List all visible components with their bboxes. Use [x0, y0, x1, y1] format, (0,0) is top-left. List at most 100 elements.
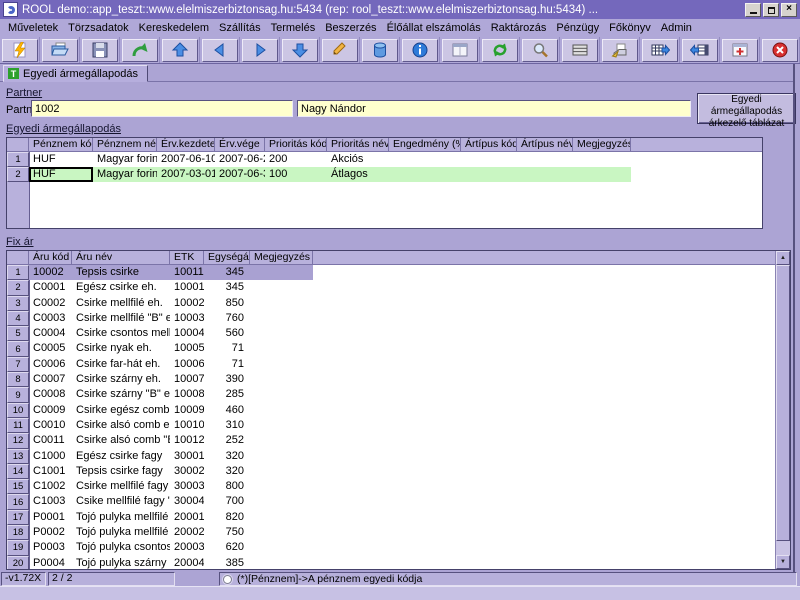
table-cell[interactable]	[250, 403, 313, 418]
table-cell[interactable]	[250, 540, 313, 555]
table-cell[interactable]: 385	[204, 556, 250, 570]
last-record-button[interactable]	[282, 39, 318, 62]
column-header-artipus-nev[interactable]: Ártípus név	[517, 138, 573, 151]
column-header-erv-kezdete[interactable]: Érv.kezdete	[157, 138, 215, 151]
table-cell[interactable]: Csirke alsó comb eh.	[72, 418, 170, 433]
table-cell[interactable]: 820	[204, 510, 250, 525]
table-cell[interactable]: 10009	[170, 403, 204, 418]
column-header-aru-nev[interactable]: Áru név	[72, 251, 170, 264]
table-cell[interactable]	[250, 525, 313, 540]
column-header-aru-kod[interactable]: Áru kód	[29, 251, 72, 264]
vertical-scrollbar[interactable]: ▲ ▼	[775, 251, 790, 569]
table-cell[interactable]: 252	[204, 433, 250, 448]
table-cell[interactable]: 71	[204, 341, 250, 356]
table-cell[interactable]: C1003	[29, 494, 72, 509]
table-cell[interactable]: 760	[204, 311, 250, 326]
row-number[interactable]: 8	[7, 372, 29, 387]
table-cell[interactable]: Csirke csontos mell eh.	[72, 326, 170, 341]
table-cell[interactable]: C0006	[29, 357, 72, 372]
table-row[interactable]: 110002Tepsis csirke10011345	[7, 265, 790, 280]
table-cell[interactable]	[250, 494, 313, 509]
table-cell[interactable]	[517, 152, 573, 167]
table-row[interactable]: 4C0003Csirke mellfilé "B" eh.10003760	[7, 311, 790, 326]
table-row[interactable]: 11C0010Csirke alsó comb eh.10010310	[7, 418, 790, 433]
export-button[interactable]	[642, 39, 678, 62]
table-cell[interactable]	[250, 265, 313, 280]
table-cell[interactable]: Csirke szárny "B" eh.	[72, 387, 170, 402]
table-row[interactable]: 2HUFMagyar forint2007-03-012007-06-30100…	[7, 167, 762, 182]
table-cell[interactable]: Csirke far-hát eh.	[72, 357, 170, 372]
table-cell[interactable]: Tojó pulyka mellfilé	[72, 510, 170, 525]
table-cell[interactable]: P0001	[29, 510, 72, 525]
table-cell[interactable]: 10010	[170, 418, 204, 433]
save-button[interactable]	[82, 39, 118, 62]
database-button[interactable]	[362, 39, 398, 62]
table-row[interactable]: 13C1000Egész csirke fagy30001320	[7, 449, 790, 464]
refresh-button[interactable]	[482, 39, 518, 62]
table-cell[interactable]: 2007-06-20	[215, 152, 265, 167]
table-cell[interactable]: 100	[265, 167, 327, 182]
table-cell[interactable]: 345	[204, 265, 250, 280]
table-cell[interactable]: Csirke nyak eh.	[72, 341, 170, 356]
table-cell[interactable]: 10012	[170, 433, 204, 448]
row-number[interactable]: 7	[7, 357, 29, 372]
row-number[interactable]: 18	[7, 525, 29, 540]
table-cell[interactable]: 2007-03-01	[157, 167, 215, 182]
row-number[interactable]: 6	[7, 341, 29, 356]
table-row[interactable]: 2C0001Egész csirke eh.10001345	[7, 280, 790, 295]
table-cell[interactable]: 30004	[170, 494, 204, 509]
table-cell[interactable]	[250, 387, 313, 402]
row-number[interactable]: 2	[7, 167, 29, 182]
tab-egyedi-armegallapodas[interactable]: T Egyedi ármegállapodás	[3, 65, 148, 82]
scrollbar-thumb[interactable]	[776, 265, 790, 541]
table-cell[interactable]: Tepsis csirke fagy	[72, 464, 170, 479]
menu-item-muveletek[interactable]: Műveletek	[3, 22, 63, 34]
table-cell[interactable]	[250, 311, 313, 326]
column-header-etk[interactable]: ETK	[170, 251, 204, 264]
table-cell[interactable]: Csirke mellfilé eh.	[72, 296, 170, 311]
table-cell[interactable]: Egész csirke eh.	[72, 280, 170, 295]
row-number[interactable]: 13	[7, 449, 29, 464]
table-cell[interactable]: 10001	[170, 280, 204, 295]
table-cell[interactable]: Tojó pulyka szárny	[72, 556, 170, 570]
column-header-engedmeny[interactable]: Engedmény (%)	[389, 138, 461, 151]
column-header-megjegyzes[interactable]: Megjegyzés	[250, 251, 313, 264]
first-record-button[interactable]	[162, 39, 198, 62]
table-row[interactable]: 12C0011Csirke alsó comb "B"10012252	[7, 433, 790, 448]
table-cell[interactable]: 460	[204, 403, 250, 418]
table-cell[interactable]	[250, 449, 313, 464]
run-button[interactable]	[2, 39, 38, 62]
menu-item-termeles[interactable]: Termelés	[266, 22, 321, 34]
open-button[interactable]	[42, 39, 78, 62]
column-header-erv-vege[interactable]: Érv.vége	[215, 138, 265, 151]
table-cell[interactable]	[250, 357, 313, 372]
row-number[interactable]: 20	[7, 556, 29, 570]
table-cell[interactable]: Csirke egész comb eh.	[72, 403, 170, 418]
menu-item-eloallat-elszamolas[interactable]: Élőállat elszámolás	[382, 22, 486, 34]
menu-item-admin[interactable]: Admin	[656, 22, 697, 34]
table-cell[interactable]: Átlagos	[327, 167, 389, 182]
close-button[interactable]: ×	[781, 3, 797, 17]
table-cell[interactable]: 10005	[170, 341, 204, 356]
row-number[interactable]: 2	[7, 280, 29, 295]
row-number[interactable]: 16	[7, 494, 29, 509]
table-cell[interactable]: C0011	[29, 433, 72, 448]
table-cell[interactable]	[250, 479, 313, 494]
table-cell[interactable]: Egész csirke fagy	[72, 449, 170, 464]
table-cell[interactable]	[517, 167, 573, 182]
table-cell[interactable]: P0004	[29, 556, 72, 570]
table-cell[interactable]: 20004	[170, 556, 204, 570]
scroll-down-button[interactable]: ▼	[776, 555, 790, 569]
table-cell[interactable]	[250, 341, 313, 356]
menu-item-raktarozas[interactable]: Raktározás	[486, 22, 552, 34]
previous-record-button[interactable]	[202, 39, 238, 62]
menu-item-torzsadatok[interactable]: Törzsadatok	[63, 22, 134, 34]
column-header-artipus-kod[interactable]: Ártípus kód	[461, 138, 517, 151]
table-row[interactable]: 5C0004Csirke csontos mell eh.10004560	[7, 326, 790, 341]
table-cell[interactable]	[250, 280, 313, 295]
menu-item-penzugy[interactable]: Pénzügy	[551, 22, 604, 34]
table-cell[interactable]	[389, 167, 461, 182]
table-row[interactable]: 16C1003Csike mellfilé fagy "B"30004700	[7, 494, 790, 509]
table-cell[interactable]: HUF	[29, 167, 93, 182]
column-header-egysegar[interactable]: Egységár	[204, 251, 250, 264]
